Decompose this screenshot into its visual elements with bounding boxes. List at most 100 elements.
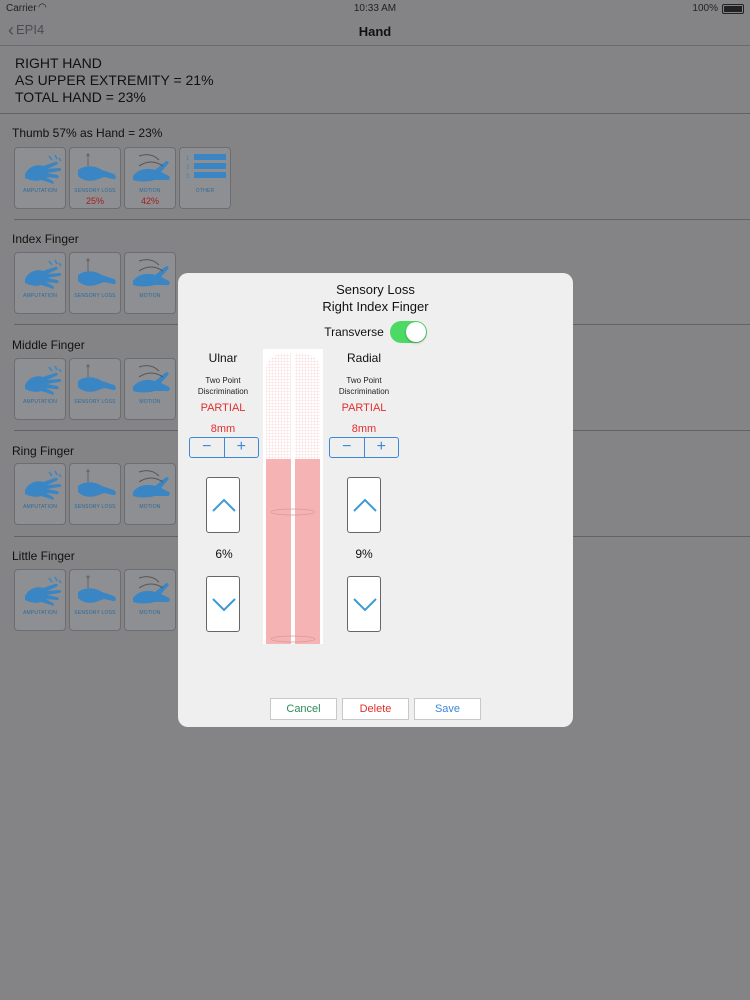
tile-caption: OTHER: [195, 188, 215, 194]
ulnar-mm-stepper[interactable]: − +: [189, 437, 259, 458]
transverse-toggle-row: Transverse: [178, 321, 573, 343]
tile-caption: AMPUTATION: [22, 188, 58, 194]
radial-down-button[interactable]: [347, 576, 381, 632]
radial-distal-zone: [295, 353, 320, 459]
radial-decrement-button[interactable]: −: [330, 438, 365, 457]
radial-affected-zone: [295, 459, 320, 644]
ulnar-column: Ulnar Two Point Discrimination PARTIAL 8…: [183, 351, 263, 435]
hand-motion-icon: [132, 259, 171, 287]
other-button[interactable]: OTHER: [179, 147, 231, 209]
motion-button[interactable]: MOTION: [124, 252, 176, 314]
ulnar-header: Ulnar: [208, 351, 238, 365]
amputation-button[interactable]: AMPUTATION: [14, 358, 66, 420]
hand-amputation-icon: [24, 259, 62, 290]
delete-button[interactable]: Delete: [342, 698, 409, 720]
radial-status: PARTIAL: [341, 402, 387, 414]
hand-motion-icon: [132, 470, 171, 498]
finger-diagram: [263, 349, 323, 644]
summary-block: RIGHT HAND AS UPPER EXTREMITY = 21% TOTA…: [15, 55, 214, 106]
navigation-bar: ‹ EPI4 Hand: [0, 16, 750, 46]
chevron-down-icon: [212, 598, 236, 612]
tile-caption: MOTION: [139, 188, 161, 194]
sensory-loss-button[interactable]: SENSORY LOSS: [69, 252, 121, 314]
motion-button[interactable]: MOTION: [124, 463, 176, 525]
radial-header: Radial: [346, 351, 382, 365]
sensory-loss-button[interactable]: SENSORY LOSS: [69, 358, 121, 420]
ulnar-distal-zone: [266, 353, 291, 459]
motion-button[interactable]: MOTION: [124, 358, 176, 420]
section-title-thumb: Thumb 57% as Hand = 23%: [12, 126, 163, 140]
hand-amputation-icon: [24, 365, 62, 396]
hand-motion-icon: [132, 365, 171, 393]
tile-caption: MOTION: [139, 293, 161, 299]
tile-caption: AMPUTATION: [22, 399, 58, 405]
amputation-button[interactable]: AMPUTATION: [14, 463, 66, 525]
battery-percent: 100%: [692, 3, 718, 14]
sensory-loss-dialog: Sensory Loss Right Index Finger Transver…: [178, 273, 573, 727]
sensory-loss-button[interactable]: SENSORY LOSS: [69, 463, 121, 525]
hand-motion-icon: [132, 154, 171, 182]
ulnar-decrement-button[interactable]: −: [190, 438, 225, 457]
ulnar-desc-line: Discrimination: [197, 387, 249, 396]
radial-column: Radial Two Point Discrimination PARTIAL …: [324, 351, 404, 435]
page-title: Hand: [358, 24, 392, 39]
tile-caption: AMPUTATION: [22, 610, 58, 616]
save-button[interactable]: Save: [414, 698, 481, 720]
transverse-switch[interactable]: [389, 321, 427, 343]
tile-caption: SENSORY LOSS: [74, 188, 116, 194]
chevron-up-icon: [212, 498, 236, 512]
hand-amputation-icon: [24, 154, 62, 185]
ulnar-description: Two Point Discrimination: [183, 375, 263, 397]
list-icon: [186, 154, 226, 180]
tile-percent: 25%: [85, 196, 104, 206]
cancel-button[interactable]: Cancel: [270, 698, 337, 720]
index-tiles: AMPUTATION SENSORY LOSS MOTION: [14, 252, 176, 314]
chevron-up-icon: [353, 498, 377, 512]
ring-tiles: AMPUTATION SENSORY LOSS MOTION: [14, 463, 176, 525]
ulnar-increment-button[interactable]: +: [225, 438, 259, 457]
summary-line-hand: RIGHT HAND: [15, 55, 102, 71]
radial-description: Two Point Discrimination: [324, 375, 404, 397]
tile-caption: SENSORY LOSS: [74, 293, 116, 299]
hand-motion-icon: [132, 576, 171, 604]
tile-percent: 42%: [140, 196, 159, 206]
amputation-button[interactable]: AMPUTATION: [14, 569, 66, 631]
ulnar-status: PARTIAL: [200, 402, 246, 414]
radial-desc-line: Discrimination: [338, 387, 390, 396]
hand-amputation-icon: [24, 576, 62, 607]
amputation-button[interactable]: AMPUTATION: [14, 252, 66, 314]
thumb-tiles: AMPUTATION SENSORY LOSS 25% MOTION 42% O…: [14, 147, 231, 209]
radial-desc-line: Two Point: [346, 376, 382, 385]
tile-caption: SENSORY LOSS: [74, 504, 116, 510]
ulnar-down-button[interactable]: [206, 576, 240, 632]
radial-percent: 9%: [355, 547, 373, 561]
summary-line-upper-extremity: AS UPPER EXTREMITY = 21%: [15, 72, 214, 88]
divider: [14, 219, 750, 220]
ulnar-mm-value: 8mm: [210, 423, 236, 435]
status-bar: Carrier ◠ 10:33 AM 100%: [0, 0, 750, 16]
sensory-loss-button[interactable]: SENSORY LOSS 25%: [69, 147, 121, 209]
motion-button[interactable]: MOTION 42%: [124, 147, 176, 209]
hand-amputation-icon: [24, 470, 62, 501]
radial-mm-stepper[interactable]: − +: [329, 437, 399, 458]
ulnar-up-button[interactable]: [206, 477, 240, 533]
battery-icon: [722, 4, 744, 14]
clock: 10:33 AM: [353, 3, 397, 14]
section-title-index: Index Finger: [12, 232, 79, 246]
tile-caption: SENSORY LOSS: [74, 610, 116, 616]
ulnar-affected-zone: [266, 459, 291, 644]
ulnar-percent: 6%: [215, 547, 233, 561]
summary-line-total-hand: TOTAL HAND = 23%: [15, 89, 146, 105]
dialog-subtitle: Right Index Finger: [322, 299, 429, 314]
section-title-little: Little Finger: [12, 549, 75, 563]
radial-up-button[interactable]: [347, 477, 381, 533]
sensory-loss-button[interactable]: SENSORY LOSS: [69, 569, 121, 631]
amputation-button[interactable]: AMPUTATION: [14, 147, 66, 209]
hand-sensory-icon: [77, 258, 117, 287]
motion-button[interactable]: MOTION: [124, 569, 176, 631]
hand-sensory-icon: [77, 575, 117, 604]
hand-sensory-icon: [77, 153, 117, 182]
hand-sensory-icon: [77, 364, 117, 393]
tile-caption: MOTION: [139, 399, 161, 405]
radial-increment-button[interactable]: +: [365, 438, 399, 457]
